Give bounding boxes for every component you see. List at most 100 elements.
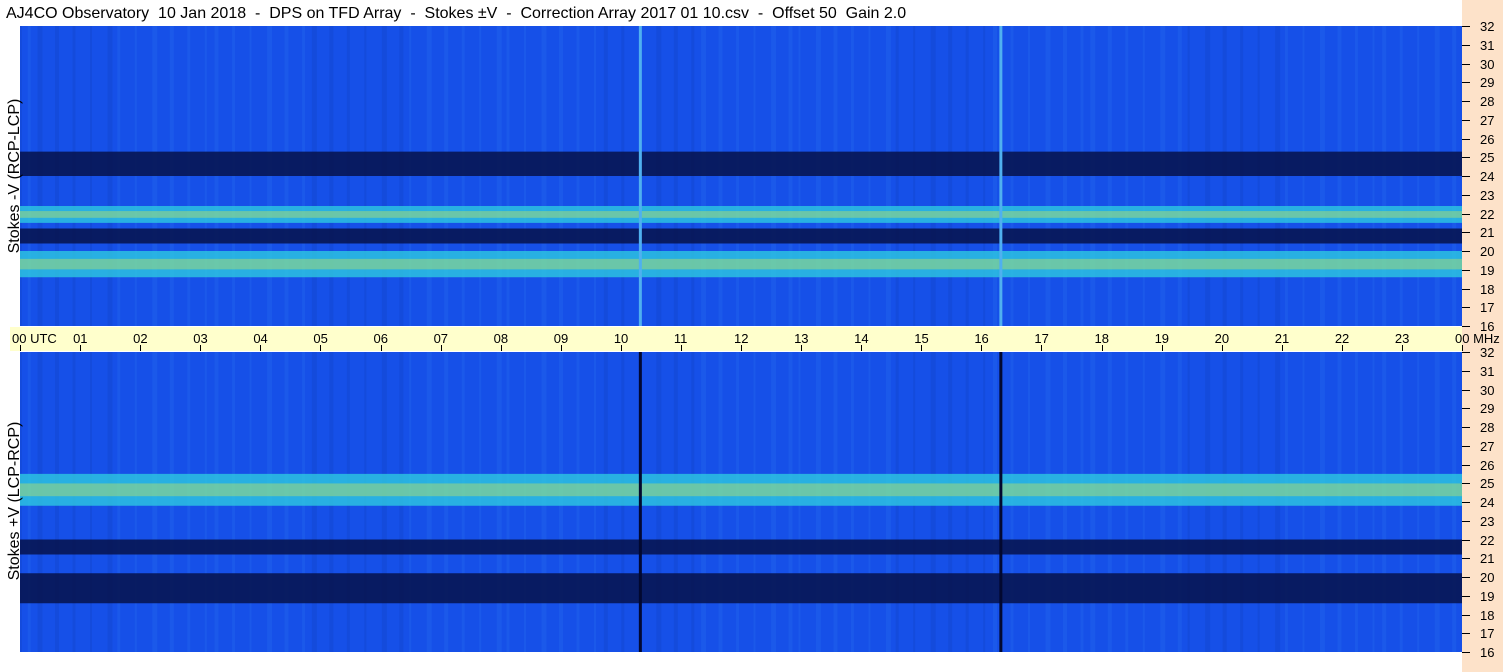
time-tick-mark — [80, 345, 82, 351]
time-tick-label: 20 — [1214, 331, 1230, 346]
vertical-interference-line — [638, 352, 642, 652]
frequency-tick-label: 27 — [1480, 438, 1495, 454]
time-tick-label: 07 — [433, 331, 449, 346]
frequency-tick-label: 23 — [1480, 187, 1495, 203]
frequency-tick-mark — [1462, 370, 1470, 372]
time-tick-mark — [500, 345, 502, 351]
time-tick-mark — [140, 345, 142, 351]
frequency-tick-mark — [1462, 307, 1470, 309]
time-tick-label: 00 UTC — [12, 331, 57, 346]
time-tick-mark — [1161, 345, 1163, 351]
frequency-tick-label: 20 — [1480, 570, 1495, 585]
frequency-tick-mark — [1462, 176, 1470, 177]
time-tick-mark — [1041, 345, 1043, 351]
time-tick-mark — [320, 345, 322, 351]
time-tick-mark — [1281, 345, 1283, 351]
frequency-tick-label: 17 — [1480, 300, 1495, 316]
frequency-tick-mark — [1462, 138, 1470, 140]
frequency-tick-label: 22 — [1480, 532, 1495, 548]
time-tick-mark — [921, 345, 923, 351]
vertical-interference-line — [999, 26, 1003, 326]
frequency-tick-mark — [1462, 427, 1470, 428]
time-tick-label: 15 — [914, 331, 929, 346]
time-tick-mark — [560, 345, 562, 351]
time-tick-label: 11 — [673, 331, 688, 346]
frequency-tick-mark — [1462, 520, 1470, 522]
frequency-tick-label: 22 — [1480, 206, 1495, 222]
frequency-tick-mark — [1462, 101, 1470, 102]
time-tick-mark — [1401, 345, 1403, 351]
time-tick-label: 19 — [1154, 331, 1170, 346]
spectrogram-bottom-svg — [20, 352, 1462, 652]
time-tick-mark — [1101, 345, 1103, 351]
frequency-tick-label: 30 — [1480, 56, 1495, 72]
frequency-tick-label: 20 — [1480, 244, 1495, 259]
time-tick-mark — [260, 345, 262, 351]
time-tick-label: 03 — [193, 331, 208, 346]
frequency-tick-mark — [1462, 326, 1470, 327]
frequency-tick-mark — [1462, 194, 1470, 196]
time-tick-label: 04 — [253, 331, 268, 346]
frequency-tick-mark — [1462, 213, 1470, 215]
frequency-tick-label: 21 — [1480, 225, 1495, 241]
frequency-tick-label: 31 — [1480, 363, 1495, 379]
time-tick-mark — [981, 345, 983, 351]
time-tick-label: 12 — [734, 331, 749, 346]
dark-band — [20, 573, 1462, 604]
frequency-tick-label: 28 — [1480, 420, 1495, 435]
dark-band — [20, 228, 1462, 244]
time-tick-mark — [1221, 345, 1223, 351]
frequency-tick-mark — [1462, 614, 1470, 616]
frequency-tick-label: 24 — [1480, 169, 1495, 184]
time-tick-label: 17 — [1034, 331, 1049, 346]
time-tick-label: 22 — [1334, 331, 1350, 346]
frequency-tick-label: 16 — [1480, 645, 1495, 660]
frequency-tick-mark — [1462, 445, 1470, 447]
time-tick-label: 21 — [1274, 331, 1290, 346]
time-tick-mark — [380, 345, 382, 351]
frequency-tick-mark — [1462, 483, 1470, 485]
chart-title: AJ4CO Observatory 10 Jan 2018 - DPS on T… — [6, 5, 907, 22]
frequency-tick-mark — [1462, 44, 1470, 46]
time-tick-mark — [741, 345, 742, 351]
frequency-tick-label: 31 — [1480, 37, 1495, 53]
frequency-tick-label: 27 — [1480, 112, 1495, 128]
time-tick-label: 09 — [553, 331, 569, 346]
time-tick-mark — [1462, 345, 1463, 351]
time-tick-label: 02 — [133, 331, 148, 346]
bright-band-core — [20, 258, 1462, 270]
time-tick-mark — [200, 345, 202, 351]
time-tick-label: 14 — [854, 331, 869, 346]
frequency-tick-label: 17 — [1480, 626, 1495, 642]
vertical-interference-line — [999, 352, 1003, 652]
frequency-tick-mark — [1462, 633, 1470, 635]
frequency-tick-label: 24 — [1480, 495, 1495, 510]
time-tick-label: 08 — [493, 331, 509, 346]
frequency-tick-mark — [1462, 82, 1470, 84]
frequency-tick-mark — [1462, 652, 1470, 653]
dark-band — [20, 151, 1462, 176]
frequency-tick-mark — [1462, 502, 1470, 503]
frequency-tick-label: 29 — [1480, 401, 1495, 417]
frequency-tick-label: 21 — [1480, 551, 1495, 567]
frequency-tick-label: 26 — [1480, 131, 1495, 147]
frequency-tick-mark — [1462, 539, 1470, 541]
frequency-tick-label: 16 — [1480, 319, 1495, 334]
time-tick-mark — [801, 345, 803, 351]
frequency-tick-mark — [1462, 63, 1470, 65]
frequency-tick-mark — [1462, 157, 1470, 159]
frequency-tick-label: 23 — [1480, 513, 1495, 529]
time-tick-mark — [620, 345, 622, 351]
time-tick-mark — [440, 345, 442, 351]
frequency-tick-mark — [1462, 251, 1470, 252]
frequency-tick-mark — [1462, 352, 1470, 353]
frequency-tick-label: 25 — [1480, 476, 1495, 492]
spectrogram-stokes-minus-v — [20, 26, 1462, 326]
time-tick-mark — [20, 345, 21, 351]
frequency-tick-mark — [1462, 119, 1470, 121]
time-tick-label: 10 — [613, 331, 629, 346]
y-axis-label-top: Stokes -V (RCP-LCP) — [6, 98, 23, 254]
frequency-tick-label: 18 — [1480, 281, 1495, 297]
time-tick-mark — [861, 345, 863, 351]
y-axis-label-bottom: Stokes +V (LCP-RCP) — [6, 421, 23, 581]
